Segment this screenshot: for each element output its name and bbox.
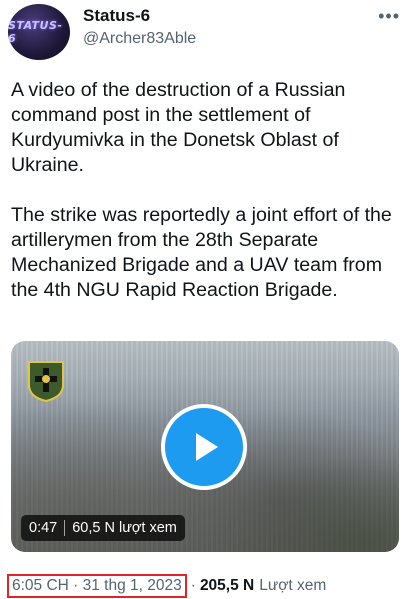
tweet-text: A video of the destruction of a Russian …	[11, 79, 392, 301]
unit-emblem-icon	[28, 361, 64, 403]
video-view-count: 60,5 N lượt xem	[72, 520, 177, 536]
views-count: 205,5 N	[199, 577, 255, 594]
play-icon	[196, 433, 218, 461]
tweet-footer: 6:05 CH · 31 thg 1, 2023 · 205,5 N Lượt …	[7, 573, 407, 599]
tweet-header: STATUS-6 Status-6 @Archer83Able •••	[0, 0, 414, 68]
separator-dot: ·	[190, 577, 196, 594]
views-label: Lượt xem	[259, 577, 327, 594]
divider	[64, 520, 66, 536]
avatar-logo-text: STATUS-6	[8, 19, 63, 45]
avatar[interactable]: STATUS-6	[8, 4, 70, 60]
timestamp-link[interactable]: 6:05 CH · 31 thg 1, 2023	[7, 574, 187, 598]
more-options-icon[interactable]: •••	[378, 7, 400, 25]
display-name[interactable]: Status-6	[83, 6, 150, 26]
video-duration: 0:47	[29, 520, 58, 536]
video-player[interactable]: 0:47 60,5 N lượt xem	[11, 341, 399, 552]
user-handle[interactable]: @Archer83Able	[83, 30, 196, 48]
play-button[interactable]	[161, 404, 247, 490]
video-meta-overlay: 0:47 60,5 N lượt xem	[21, 515, 185, 541]
